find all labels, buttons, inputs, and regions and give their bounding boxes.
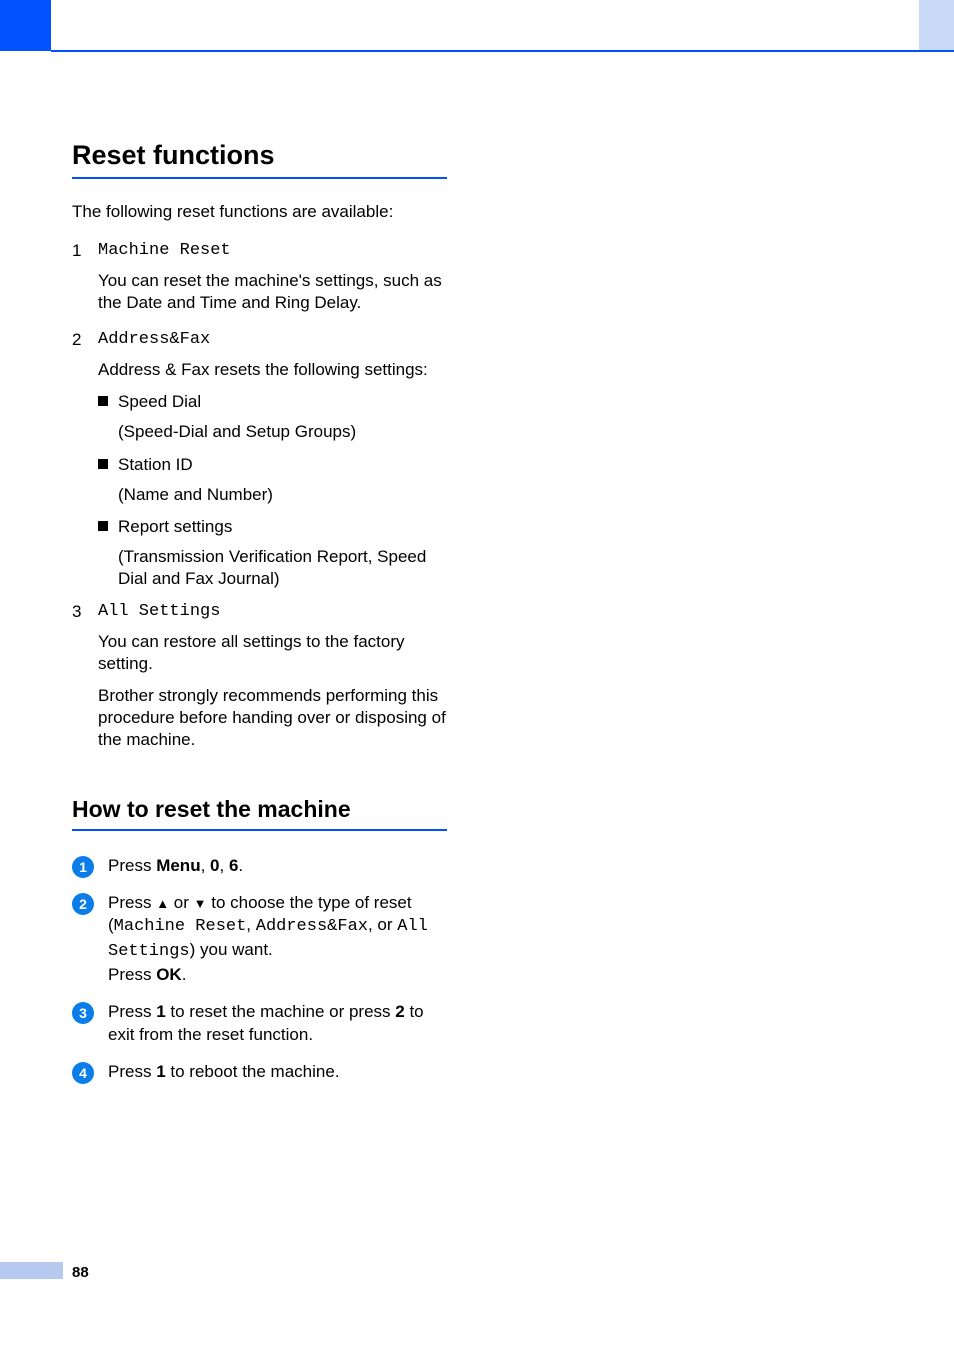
bullet-subtext: (Speed-Dial and Setup Groups) (118, 421, 447, 443)
header-pale-tab (919, 0, 954, 51)
bullet-item: Report settings (98, 516, 447, 538)
square-bullet-icon (98, 521, 108, 531)
step-text: Press Menu, 0, 6. (108, 855, 447, 878)
arrow-icon: ▼ (194, 896, 207, 911)
header-rule (51, 50, 954, 52)
text-segment: . (238, 856, 243, 875)
bold-text: OK (156, 965, 182, 984)
item-para: You can restore all settings to the fact… (98, 631, 447, 675)
text-segment: , (201, 856, 210, 875)
bullet-subtext: (Transmission Verification Report, Speed… (118, 546, 447, 590)
square-bullet-icon (98, 459, 108, 469)
text-segment: . (182, 965, 187, 984)
text-segment: Press (108, 965, 156, 984)
section-title-how-to-reset: How to reset the machine (72, 796, 447, 831)
text-segment: Press (108, 856, 156, 875)
item-mono-label: Address&Fax (98, 330, 447, 349)
step-text: Press 1 to reboot the machine. (108, 1061, 447, 1084)
step-item: 2 Press ▲ or ▼ to choose the type of rese… (72, 892, 447, 988)
text-segment: , (246, 915, 255, 934)
content-column: Reset functions The following reset func… (72, 140, 447, 1098)
text-segment: Press (108, 1062, 156, 1081)
bullet-subtext: (Name and Number) (118, 484, 447, 506)
item-mono-label: Machine Reset (98, 241, 447, 260)
mono-text: Machine Reset (114, 917, 247, 936)
page-number: 88 (72, 1264, 89, 1281)
item-body: Address&Fax Address & Fax resets the foll… (98, 330, 447, 592)
step-number-circle: 2 (72, 893, 94, 915)
numbered-item: 2Address&Fax Address & Fax resets the fol… (72, 330, 447, 592)
text-segment: ) you want. (190, 940, 273, 959)
text-segment: , (220, 856, 229, 875)
text-segment: or (169, 893, 194, 912)
text-segment: to reset the machine or press (166, 1002, 396, 1021)
bold-text: 6 (229, 856, 238, 875)
bullet-item: Speed Dial (98, 391, 447, 413)
bullet-label: Speed Dial (118, 391, 201, 413)
steps-list: 1Press Menu, 0, 6.2Press ▲ or ▼ to choos… (72, 855, 447, 1085)
bold-text: 2 (395, 1002, 404, 1021)
step-item: 3 Press 1 to reset the machine or press 2… (72, 1001, 447, 1047)
step-text: Press ▲ or ▼ to choose the type of reset… (108, 892, 447, 988)
item-body: Machine Reset You can reset the machine's… (98, 241, 447, 320)
section-title-reset-functions: Reset functions (72, 140, 447, 179)
item-number: 2 (72, 330, 98, 592)
bold-text: 0 (210, 856, 219, 875)
step-number-circle: 1 (72, 856, 94, 878)
text-segment: , or (368, 915, 397, 934)
step-item: 4 Press 1 to reboot the machine. (72, 1061, 447, 1084)
bullet-label: Report settings (118, 516, 232, 538)
step-text: Press 1 to reset the machine or press 2 … (108, 1001, 447, 1047)
step-number-circle: 4 (72, 1062, 94, 1084)
bold-text: Menu (156, 856, 200, 875)
step-item: 1 Press Menu, 0, 6. (72, 855, 447, 878)
numbered-item: 3All Settings You can restore all setting… (72, 602, 447, 757)
intro-text: The following reset functions are availa… (72, 201, 447, 223)
text-segment: to reboot the machine. (166, 1062, 340, 1081)
square-bullet-icon (98, 396, 108, 406)
bold-text: 1 (156, 1062, 165, 1081)
item-body: All Settings You can restore all settings… (98, 602, 447, 757)
page-number-bar (0, 1262, 63, 1279)
page: Reset functions The following reset func… (0, 0, 954, 1350)
mono-text: Address&Fax (256, 917, 368, 936)
text-segment: Press (108, 1002, 156, 1021)
item-para: Address & Fax resets the following setti… (98, 359, 447, 381)
item-number: 3 (72, 602, 98, 757)
item-number: 1 (72, 241, 98, 320)
numbered-item: 1Machine Reset You can reset the machine'… (72, 241, 447, 320)
bullet-item: Station ID (98, 454, 447, 476)
arrow-icon: ▲ (156, 896, 169, 911)
step-number-circle: 3 (72, 1002, 94, 1024)
item-para: Brother strongly recommends performing t… (98, 685, 447, 751)
header-blue-tab (0, 0, 51, 51)
bullet-label: Station ID (118, 454, 193, 476)
bold-text: 1 (156, 1002, 165, 1021)
text-segment: Press (108, 893, 156, 912)
reset-function-list: 1Machine Reset You can reset the machine'… (72, 241, 447, 757)
item-para: You can reset the machine's settings, su… (98, 270, 447, 314)
item-mono-label: All Settings (98, 602, 447, 621)
